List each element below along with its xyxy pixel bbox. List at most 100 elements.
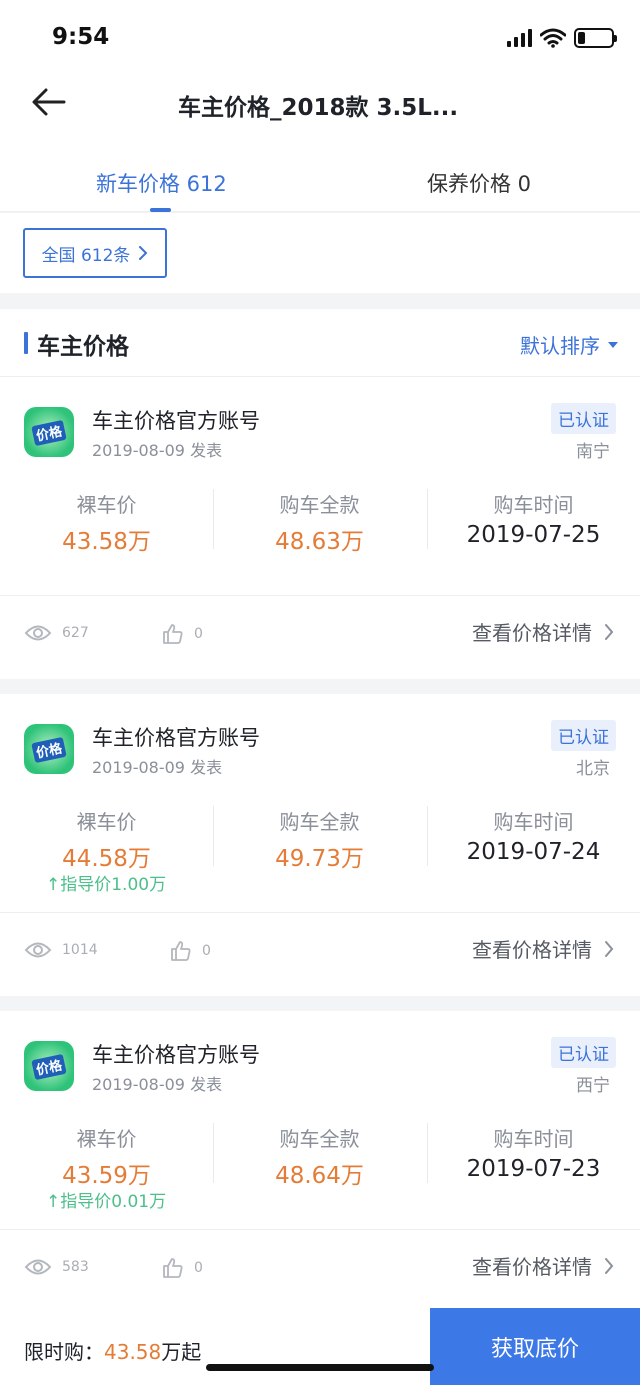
guide-price-note: ↑指导价0.01万: [46, 1192, 167, 1212]
views-count: 1014: [62, 942, 98, 958]
post-date: 2019-08-09 发表: [92, 1075, 223, 1094]
bare-price-label: 裸车价: [76, 493, 137, 517]
card-divider: [0, 1229, 640, 1230]
bare-price-value: 44.58万: [62, 846, 151, 872]
tab-new-car-price[interactable]: 新车价格 612: [96, 168, 227, 198]
purchase-time-column: 购车时间 2019-07-25: [427, 489, 640, 548]
view-price-detail-label: 查看价格详情: [472, 938, 592, 962]
price-card[interactable]: 价格 车主价格官方账号 2019-08-09 发表 已认证 西宁 裸车价 43.…: [0, 1011, 640, 1313]
bottom-bar: 限时购：43.58万起 获取底价: [0, 1308, 640, 1385]
views-stat: 583: [24, 1257, 89, 1277]
chevron-right-icon: [605, 1257, 614, 1274]
author-name[interactable]: 车主价格官方账号: [92, 1039, 260, 1069]
section-header: 车主价格 默认排序: [0, 309, 640, 377]
bare-price-column: 裸车价 43.59万: [0, 1123, 213, 1190]
card-divider: [0, 912, 640, 913]
eye-icon: [24, 625, 52, 641]
battery-level: [578, 32, 586, 44]
purchase-time-label: 购车时间: [493, 493, 574, 517]
purchase-time-label: 购车时间: [493, 810, 574, 834]
total-price-column: 购车全款 49.73万: [213, 806, 426, 873]
purchase-time-value: 2019-07-25: [466, 522, 601, 548]
status-bar: 9:54: [0, 0, 640, 70]
author-name[interactable]: 车主价格官方账号: [92, 722, 260, 752]
bare-price-label: 裸车价: [76, 810, 137, 834]
like-button[interactable]: 0: [170, 940, 211, 962]
caret-down-icon: [608, 341, 618, 348]
chevron-right-icon: [605, 940, 614, 957]
chevron-right-icon: [139, 246, 148, 260]
city-label: 南宁: [576, 442, 610, 462]
post-date: 2019-08-09 发表: [92, 758, 223, 777]
promo-price: 43.58: [104, 1340, 162, 1364]
promo-suffix: 万起: [161, 1340, 202, 1364]
purchase-time-column: 购车时间 2019-07-23: [427, 1123, 640, 1182]
section-accent-bar: [24, 332, 28, 354]
total-price-label: 购车全款: [279, 1127, 360, 1151]
status-time: 9:54: [52, 24, 110, 50]
view-price-detail-link[interactable]: 查看价格详情: [472, 617, 614, 646]
verified-badge: 已认证: [551, 1037, 616, 1068]
view-price-detail-link[interactable]: 查看价格详情: [472, 1251, 614, 1280]
like-button[interactable]: 0: [162, 1257, 203, 1279]
total-price-value: 48.64万: [275, 1163, 364, 1189]
sort-label: 默认排序: [520, 334, 600, 358]
section-title: 车主价格: [37, 334, 129, 360]
views-stat: 1014: [24, 940, 98, 960]
views-count: 583: [62, 1259, 89, 1275]
wifi-icon: [540, 28, 566, 48]
filter-area: 全国 612条: [0, 213, 640, 293]
purchase-time-value: 2019-07-23: [466, 1156, 601, 1182]
home-indicator: [206, 1364, 434, 1371]
promo-text: 限时购：43.58万起: [24, 1336, 201, 1365]
active-tab-indicator: [150, 208, 171, 212]
post-date: 2019-08-09 发表: [92, 441, 223, 460]
thumbs-up-icon: [171, 941, 191, 961]
region-filter-button[interactable]: 全国 612条: [23, 228, 167, 278]
get-lowest-price-button[interactable]: 获取底价: [430, 1308, 640, 1385]
total-price-label: 购车全款: [279, 493, 360, 517]
city-label: 西宁: [576, 1076, 610, 1096]
price-card[interactable]: 价格 车主价格官方账号 2019-08-09 发表 已认证 北京 裸车价 44.…: [0, 694, 640, 996]
bare-price-value: 43.59万: [62, 1163, 151, 1189]
tab-bar: 新车价格 612 保养价格 0: [0, 136, 640, 212]
bare-price-column: 裸车价 43.58万: [0, 489, 213, 556]
total-price-label: 购车全款: [279, 810, 360, 834]
verified-badge: 已认证: [551, 403, 616, 434]
battery-icon: [574, 28, 617, 48]
bare-price-column: 裸车价 44.58万: [0, 806, 213, 873]
verified-badge: 已认证: [551, 720, 616, 751]
price-card[interactable]: 价格 车主价格官方账号 2019-08-09 发表 已认证 南宁 裸车价 43.…: [0, 377, 640, 679]
view-price-detail-link[interactable]: 查看价格详情: [472, 934, 614, 963]
back-arrow-icon: [32, 88, 66, 116]
back-button[interactable]: [26, 82, 72, 122]
status-icons: [507, 26, 617, 50]
tab-maintenance-price[interactable]: 保养价格 0: [427, 168, 531, 198]
card-divider: [0, 595, 640, 596]
views-count: 627: [62, 625, 89, 641]
page-title: 车主价格_2018款 3.5L...: [178, 95, 459, 121]
guide-price-note: ↑指导价1.00万: [46, 875, 167, 895]
avatar: 价格: [24, 1041, 74, 1091]
avatar: 价格: [24, 407, 74, 457]
total-price-column: 购车全款 48.63万: [213, 489, 426, 556]
author-name[interactable]: 车主价格官方账号: [92, 405, 260, 435]
nav-bar: 车主价格_2018款 3.5L...: [0, 70, 640, 136]
eye-icon: [24, 1259, 52, 1275]
thumbs-up-icon: [163, 624, 183, 644]
thumbs-up-icon: [163, 1258, 183, 1278]
view-price-detail-label: 查看价格详情: [472, 621, 592, 645]
chevron-right-icon: [605, 623, 614, 640]
sort-dropdown[interactable]: 默认排序: [520, 330, 618, 359]
purchase-time-value: 2019-07-24: [466, 839, 601, 865]
cellular-signal-icon: [507, 29, 532, 47]
total-price-column: 购车全款 48.64万: [213, 1123, 426, 1190]
purchase-time-column: 购车时间 2019-07-24: [427, 806, 640, 865]
city-label: 北京: [576, 759, 610, 779]
promo-prefix: 限时购：: [24, 1340, 104, 1364]
likes-count: 0: [202, 943, 211, 959]
view-price-detail-label: 查看价格详情: [472, 1255, 592, 1279]
total-price-value: 49.73万: [275, 846, 364, 872]
region-filter-label: 全国 612条: [41, 245, 131, 266]
like-button[interactable]: 0: [162, 623, 203, 645]
